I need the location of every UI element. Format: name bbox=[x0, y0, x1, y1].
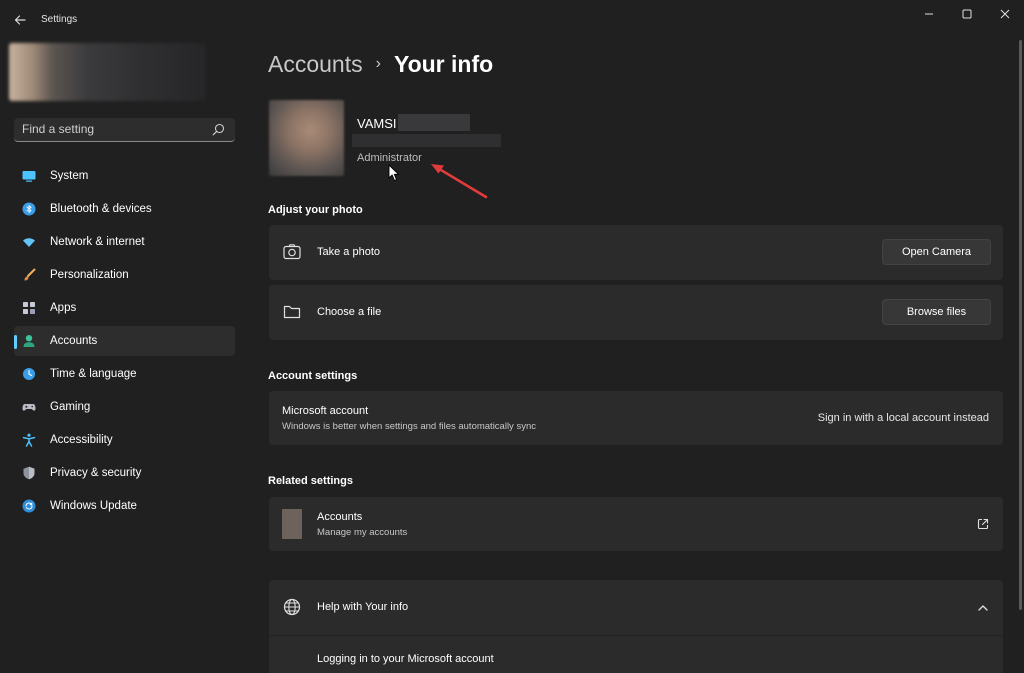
app-title: Settings bbox=[41, 14, 78, 25]
search-icon bbox=[212, 123, 225, 136]
page-title: Your info bbox=[393, 50, 494, 77]
sidebar-item-label: Bluetooth & devices bbox=[50, 203, 152, 215]
related-settings-heading: Related settings bbox=[268, 475, 353, 487]
sidebar-item-label: System bbox=[50, 170, 89, 182]
sidebar-item-personalization[interactable]: Personalization bbox=[14, 260, 235, 290]
name-redaction bbox=[398, 114, 470, 131]
related-accounts-subtitle: Manage my accounts bbox=[317, 527, 408, 538]
bluetooth-icon bbox=[22, 202, 36, 216]
sidebar-item-windows-update[interactable]: Windows Update bbox=[14, 491, 235, 521]
sidebar-profile[interactable] bbox=[9, 43, 206, 101]
update-icon bbox=[22, 499, 36, 513]
sidebar-item-network[interactable]: Network & internet bbox=[14, 227, 235, 257]
folder-icon bbox=[283, 305, 301, 319]
close-icon bbox=[1000, 9, 1010, 19]
open-camera-button[interactable]: Open Camera bbox=[882, 239, 991, 265]
mouse-cursor-icon bbox=[388, 164, 399, 181]
sidebar-item-accounts[interactable]: Accounts bbox=[14, 326, 235, 356]
user-name: VAMSI bbox=[357, 116, 397, 131]
wifi-icon bbox=[23, 238, 35, 247]
help-title: Help with Your info bbox=[317, 601, 409, 613]
sidebar-item-label: Accessibility bbox=[50, 434, 113, 446]
email-redaction bbox=[352, 134, 501, 147]
help-link-logging-in[interactable]: Logging in to your Microsoft account bbox=[317, 653, 494, 665]
account-settings-heading: Account settings bbox=[268, 370, 358, 382]
sidebar-item-time-language[interactable]: Time & language bbox=[14, 359, 235, 389]
accessibility-icon bbox=[22, 433, 36, 447]
sidebar-item-label: Accounts bbox=[50, 335, 98, 347]
external-link-icon bbox=[977, 518, 989, 530]
gamepad-icon bbox=[22, 404, 36, 411]
chevron-up-icon[interactable] bbox=[977, 602, 989, 614]
sidebar-item-label: Personalization bbox=[50, 269, 129, 281]
breadcrumb-separator: › bbox=[375, 55, 381, 72]
sidebar-item-privacy-security[interactable]: Privacy & security bbox=[14, 458, 235, 488]
microsoft-account-subtitle: Windows is better when settings and file… bbox=[282, 421, 536, 432]
sidebar-item-gaming[interactable]: Gaming bbox=[14, 392, 235, 422]
search-input[interactable] bbox=[14, 118, 204, 140]
sidebar-item-label: Privacy & security bbox=[50, 467, 142, 479]
person-icon bbox=[23, 335, 35, 347]
breadcrumb: Accounts › Your info bbox=[268, 47, 493, 81]
take-photo-card: Take a photo Open Camera bbox=[269, 225, 1003, 280]
local-account-link[interactable]: Sign in with a local account instead bbox=[818, 412, 989, 424]
minimize-button[interactable] bbox=[910, 0, 948, 28]
help-header[interactable]: Help with Your info bbox=[269, 580, 1003, 635]
sidebar-item-apps[interactable]: Apps bbox=[14, 293, 235, 323]
scrollbar[interactable] bbox=[1019, 40, 1022, 610]
back-arrow-icon bbox=[14, 15, 26, 25]
shield-icon bbox=[23, 466, 35, 480]
sidebar-item-label: Time & language bbox=[50, 368, 137, 380]
sidebar-item-system[interactable]: System bbox=[14, 161, 235, 191]
close-button[interactable] bbox=[986, 0, 1024, 28]
avatar bbox=[269, 100, 344, 176]
maximize-icon bbox=[962, 9, 972, 19]
sidebar-item-label: Apps bbox=[50, 302, 77, 314]
sidebar-item-label: Windows Update bbox=[50, 500, 137, 512]
title-bar: Settings bbox=[0, 0, 1024, 40]
related-accounts-title: Accounts bbox=[317, 511, 363, 523]
take-photo-label: Take a photo bbox=[317, 246, 380, 258]
sidebar-nav: System Bluetooth & devices Network & int… bbox=[14, 161, 235, 524]
related-accounts-card[interactable]: Accounts Manage my accounts bbox=[269, 497, 1003, 551]
globe-icon bbox=[283, 598, 301, 616]
choose-file-label: Choose a file bbox=[317, 306, 382, 318]
minimize-icon bbox=[925, 13, 933, 15]
microsoft-account-title: Microsoft account bbox=[282, 405, 369, 417]
sidebar-item-label: Network & internet bbox=[50, 236, 145, 248]
annotation-arrow-icon bbox=[431, 164, 488, 199]
apps-grid-icon bbox=[23, 302, 35, 314]
adjust-photo-heading: Adjust your photo bbox=[268, 204, 363, 216]
sidebar-item-label: Gaming bbox=[50, 401, 91, 413]
paintbrush-icon bbox=[24, 268, 36, 281]
choose-file-card: Choose a file Browse files bbox=[269, 285, 1003, 340]
help-body: Logging in to your Microsoft account bbox=[269, 636, 1003, 673]
camera-icon bbox=[283, 244, 301, 260]
settings-window: Settings System bbox=[0, 0, 1024, 673]
sidebar-item-accessibility[interactable]: Accessibility bbox=[14, 425, 235, 455]
accounts-thumbnail bbox=[282, 509, 302, 539]
breadcrumb-parent[interactable]: Accounts bbox=[268, 51, 363, 78]
browse-files-button[interactable]: Browse files bbox=[882, 299, 991, 325]
maximize-button[interactable] bbox=[948, 0, 986, 28]
microsoft-account-card: Microsoft account Windows is better when… bbox=[269, 391, 1003, 445]
monitor-icon bbox=[22, 171, 36, 182]
search-box[interactable] bbox=[14, 118, 235, 142]
globe-clock-icon bbox=[23, 368, 35, 380]
user-role: Administrator bbox=[357, 152, 422, 164]
back-button[interactable] bbox=[8, 8, 32, 32]
sidebar-item-bluetooth[interactable]: Bluetooth & devices bbox=[14, 194, 235, 224]
